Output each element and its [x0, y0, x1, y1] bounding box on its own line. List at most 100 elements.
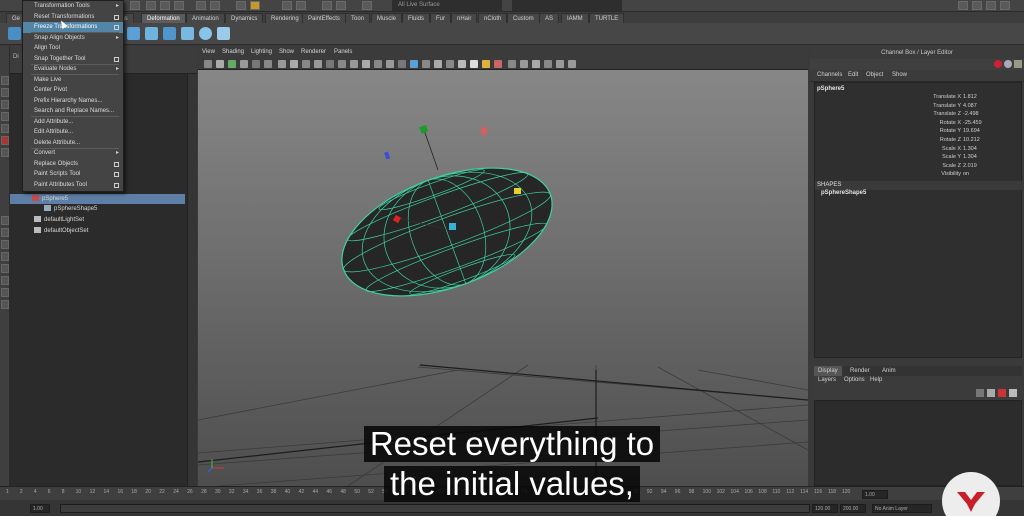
- shelf-tab[interactable]: Custom: [507, 13, 540, 23]
- menu-item[interactable]: Align Tool: [23, 43, 123, 54]
- tool-settings-icon[interactable]: [1014, 60, 1022, 68]
- range-bar[interactable]: [60, 504, 810, 513]
- layout-icon[interactable]: [1, 252, 9, 261]
- tool-icon[interactable]: [196, 1, 206, 10]
- layer-menu-item[interactable]: Help: [870, 377, 882, 383]
- channel-attribute-row[interactable]: Scale Z 2.019: [891, 163, 1021, 172]
- channel-box-menu-item[interactable]: Show: [892, 72, 907, 78]
- layout-icon[interactable]: [1, 288, 9, 297]
- viewport-tool-icon[interactable]: [458, 60, 466, 68]
- channel-box-icon[interactable]: [994, 60, 1002, 68]
- channel-attribute-row[interactable]: Rotate Y 19.694: [891, 128, 1021, 137]
- cube-icon[interactable]: [127, 27, 140, 40]
- shelf-tab[interactable]: Rendering: [265, 13, 305, 23]
- menu-item[interactable]: Delete Attribute...: [23, 138, 123, 149]
- viewport-tool-icon[interactable]: [556, 60, 564, 68]
- viewport-tool-icon[interactable]: [350, 60, 358, 68]
- channel-attribute-row[interactable]: Rotate X -25.459: [891, 120, 1021, 129]
- menu-item[interactable]: Snap Align Objects ▸: [23, 33, 123, 44]
- menu-item[interactable]: Evaluate Nodes ▸: [23, 64, 123, 75]
- viewport-tool-icon[interactable]: [290, 60, 298, 68]
- viewport-menu-item[interactable]: Panels: [334, 49, 352, 55]
- viewport-tool-icon[interactable]: [532, 60, 540, 68]
- layout-icon[interactable]: [1, 228, 9, 237]
- tool-icon[interactable]: [210, 1, 220, 10]
- lasso-tool-icon[interactable]: [1, 88, 9, 97]
- option-box-icon[interactable]: [114, 25, 119, 30]
- selection-mask-field[interactable]: All Live Surface: [392, 0, 502, 11]
- shelf-tab[interactable]: Fluids: [402, 13, 431, 23]
- shelf-tab[interactable]: Deformation: [141, 13, 186, 23]
- attribute-value[interactable]: 10.212: [963, 137, 980, 143]
- attribute-editor-icon[interactable]: [1004, 60, 1012, 68]
- menu-item[interactable]: Edit Attribute...: [23, 127, 123, 138]
- viewport-tool-icon[interactable]: [386, 60, 394, 68]
- viewport-tool-icon[interactable]: [216, 60, 224, 68]
- shelf-tab[interactable]: PaintEffects: [302, 13, 346, 23]
- option-box-icon[interactable]: [114, 182, 119, 188]
- shelf-tool-icon[interactable]: [8, 27, 21, 40]
- tool-icon[interactable]: [146, 1, 156, 10]
- tool-icon[interactable]: [160, 1, 170, 10]
- channel-box-menu-item[interactable]: Edit: [848, 72, 858, 78]
- cube-icon[interactable]: [181, 27, 194, 40]
- snap-icon[interactable]: [282, 1, 292, 10]
- attribute-value[interactable]: 4.087: [963, 103, 977, 109]
- sphere[interactable]: [325, 143, 569, 322]
- viewport-tool-icon[interactable]: [470, 60, 478, 68]
- panel-icon[interactable]: [972, 1, 982, 10]
- cube-icon[interactable]: [163, 27, 176, 40]
- viewport-tool-icon[interactable]: [520, 60, 528, 68]
- outliner-item[interactable]: defaultLightSet: [10, 215, 185, 225]
- viewport-menu-item[interactable]: Lighting: [251, 49, 272, 55]
- shelf-tab[interactable]: Fur: [430, 13, 451, 23]
- channel-attribute-row[interactable]: Visibility on: [891, 171, 1021, 180]
- viewport-menu-item[interactable]: Shading: [222, 49, 244, 55]
- shape-name[interactable]: pSphereShape5: [821, 190, 866, 196]
- viewport-tool-icon[interactable]: [302, 60, 310, 68]
- channel-attribute-row[interactable]: Rotate Z 10.212: [891, 137, 1021, 146]
- viewport-tool-icon[interactable]: [204, 60, 212, 68]
- layout-icon[interactable]: [1, 300, 9, 309]
- shelf-tab[interactable]: IAMM: [561, 13, 589, 23]
- viewport-tool-icon[interactable]: [326, 60, 334, 68]
- menu-item[interactable]: Reset Transformations: [23, 12, 123, 23]
- manip-tool-icon[interactable]: [1, 148, 9, 157]
- attribute-value[interactable]: on: [963, 171, 969, 177]
- snap-icon[interactable]: [296, 1, 306, 10]
- attribute-value[interactable]: 1.304: [963, 154, 977, 160]
- attribute-value[interactable]: 1.812: [963, 94, 977, 100]
- cube-icon[interactable]: [145, 27, 158, 40]
- channel-attribute-row[interactable]: Scale Y 1.304: [891, 154, 1021, 163]
- shelf-tab[interactable]: Dynamics: [225, 13, 264, 23]
- end-frame-field[interactable]: 120.00: [812, 504, 838, 513]
- layer-icon[interactable]: [1009, 389, 1017, 397]
- outliner-item[interactable]: pSphereShape5: [10, 204, 185, 214]
- layout-icon[interactable]: [1, 276, 9, 285]
- channel-attribute-row[interactable]: Translate Z -2.498: [891, 111, 1021, 120]
- layout-icon[interactable]: [1, 216, 9, 225]
- attribute-value[interactable]: -25.459: [963, 120, 982, 126]
- option-box-icon[interactable]: [114, 161, 119, 167]
- sphere-icon[interactable]: [199, 27, 212, 40]
- menu-item[interactable]: Make Live: [23, 75, 123, 86]
- render-icon[interactable]: [336, 1, 346, 10]
- viewport-tool-icon[interactable]: [446, 60, 454, 68]
- menu-item[interactable]: Add Attribute...: [23, 117, 123, 128]
- new-layer-icon[interactable]: [976, 389, 984, 397]
- viewport-tool-icon[interactable]: [434, 60, 442, 68]
- menu-item[interactable]: Prefix Hierarchy Names...: [23, 96, 123, 107]
- attribute-value[interactable]: 19.694: [963, 128, 980, 134]
- viewport-menu-item[interactable]: Renderer: [301, 49, 326, 55]
- channel-attribute-row[interactable]: Translate Y 4.087: [891, 103, 1021, 112]
- layer-icon[interactable]: [998, 389, 1006, 397]
- menu-item[interactable]: Replace Objects: [23, 159, 123, 170]
- tool-icon[interactable]: [236, 1, 246, 10]
- shelf-tab[interactable]: nCloth: [478, 13, 508, 23]
- viewport-tool-icon[interactable]: [278, 60, 286, 68]
- layer-menu-item[interactable]: Options: [844, 377, 865, 383]
- viewport-tool-icon[interactable]: [410, 60, 418, 68]
- menu-item[interactable]: Paint Scripts Tool: [23, 169, 123, 180]
- option-box-icon[interactable]: [114, 14, 119, 20]
- shelf-tab[interactable]: nHair: [451, 13, 478, 23]
